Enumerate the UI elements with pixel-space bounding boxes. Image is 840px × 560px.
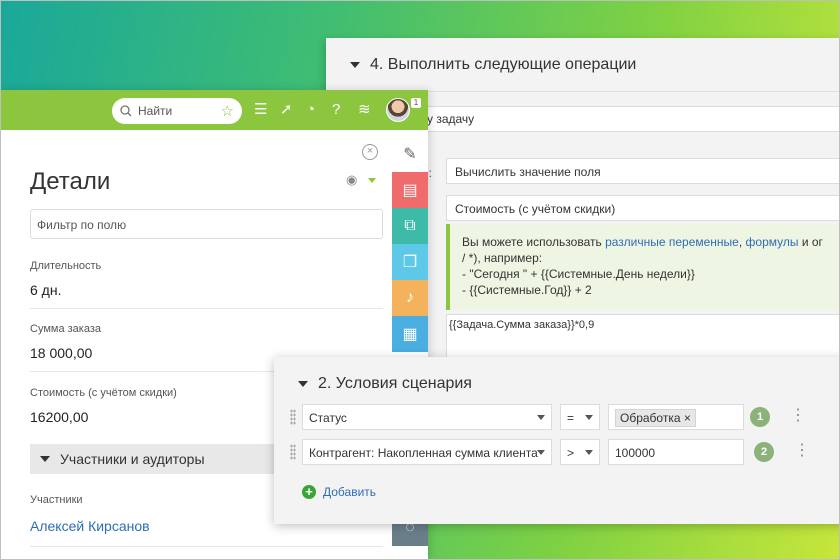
side-rail: ✎ ▤ ⧉ ❐ ♪ ▦: [392, 136, 428, 352]
condition-value-input[interactable]: Обработка ×: [608, 404, 744, 430]
hint-suffix: и ог: [798, 235, 823, 249]
top-bar: Найти ☆ ☰ ➚ ◔ ? ≋ 1: [0, 90, 428, 130]
close-icon[interactable]: ×: [362, 144, 378, 160]
condition-field-select[interactable]: Контрагент: Накопленная сумма клиента: [302, 439, 552, 465]
variables-link[interactable]: различные переменные: [605, 235, 739, 249]
star-icon[interactable]: ☆: [221, 102, 234, 120]
help-icon[interactable]: ?: [332, 102, 340, 118]
bell-icon[interactable]: ♪: [392, 280, 428, 316]
drag-handle-icon[interactable]: [290, 409, 296, 425]
hint-line-3: - "Сегодня " + {{Системные.День недели}}: [462, 267, 695, 281]
value-tag: Обработка ×: [615, 409, 696, 427]
layers-icon[interactable]: ≋: [358, 102, 371, 118]
condition-value-input[interactable]: 100000: [608, 439, 744, 465]
field-value[interactable]: 16200,00: [30, 409, 88, 425]
conditions-panel: 2. Условия сценария Статус = Обработка ×…: [274, 357, 840, 524]
operations-header[interactable]: 4. Выполнить следующие операции: [326, 38, 840, 92]
collapse-caret-icon[interactable]: [298, 381, 308, 387]
field-label: Стоимость (с учётом скидки): [30, 387, 177, 399]
search-icon: [120, 105, 132, 117]
conditions-header[interactable]: 2. Условия сценария: [298, 375, 472, 393]
collapse-caret-icon: [40, 456, 50, 462]
search-box[interactable]: Найти ☆: [112, 98, 242, 124]
chevron-down-icon: [585, 415, 593, 420]
field-label: Длительность: [30, 260, 102, 272]
chevron-down-icon: [585, 450, 593, 455]
menu-icon[interactable]: ☰: [254, 102, 267, 118]
condition-number: 2: [754, 442, 774, 462]
condition-operator-select[interactable]: >: [560, 439, 600, 465]
condition-operator-select[interactable]: =: [560, 404, 600, 430]
chevron-down-icon: [537, 415, 545, 420]
rocket-icon[interactable]: ➚: [280, 102, 293, 118]
tag-remove-icon[interactable]: ×: [684, 411, 691, 425]
participant-link[interactable]: Алексей Кирсанов: [30, 518, 150, 534]
divider: [30, 546, 383, 547]
hint-line-2: / *), например:: [462, 251, 543, 265]
clipboard-icon[interactable]: ▦: [392, 316, 428, 352]
conditions-title: 2. Условия сценария: [318, 375, 472, 392]
eye-icon[interactable]: ◉: [346, 172, 357, 188]
add-condition-button[interactable]: + Добавить: [302, 485, 376, 499]
section-title: Участники и аудиторы: [60, 451, 205, 467]
operations-title: 4. Выполнить следующие операции: [370, 55, 637, 73]
condition-row: Контрагент: Накопленная сумма клиента > …: [288, 439, 828, 465]
hint-text: Вы можете использовать: [462, 235, 606, 249]
field-select[interactable]: Стоимость (с учётом скидки): [446, 195, 840, 221]
divider: [30, 308, 383, 309]
documents-icon[interactable]: ❐: [392, 244, 428, 280]
search-placeholder: Найти: [138, 104, 173, 118]
operator-value: >: [567, 446, 575, 460]
flow-icon[interactable]: ⧉: [392, 208, 428, 244]
more-icon[interactable]: ⋮: [790, 408, 806, 424]
condition-field-value: Статус: [309, 411, 347, 425]
field-value[interactable]: 18 000,00: [30, 345, 92, 361]
hint-line-4: - {{Системные.Год}} + 2: [462, 283, 592, 297]
field-label: Сумма заказа: [30, 323, 101, 335]
formula-hint: Вы можете использовать различные перемен…: [446, 224, 840, 310]
notification-badge: 1: [411, 98, 421, 108]
field-filter-input[interactable]: Фильтр по полю: [30, 209, 383, 239]
process-icon[interactable]: ▤: [392, 172, 428, 208]
operator-value: =: [567, 411, 575, 425]
condition-field-select[interactable]: Статус: [302, 404, 552, 430]
plus-icon: +: [302, 485, 316, 499]
task-select[interactable]: у задачу: [426, 106, 840, 132]
formulas-link[interactable]: формулы: [746, 235, 799, 249]
participants-label: Участники: [30, 494, 83, 506]
chevron-down-icon: [537, 450, 545, 455]
field-value[interactable]: 6 дн.: [30, 282, 61, 298]
details-title: Детали: [30, 168, 111, 195]
action-select[interactable]: Вычислить значение поля: [446, 158, 840, 184]
edit-icon[interactable]: ✎: [392, 136, 428, 172]
chevron-down-icon[interactable]: [368, 178, 376, 183]
condition-field-value: Контрагент: Накопленная сумма клиента: [309, 446, 538, 460]
condition-number: 1: [750, 407, 770, 427]
drag-handle-icon[interactable]: [290, 444, 296, 460]
condition-row: Статус = Обработка × 1 ⋮: [288, 404, 828, 430]
collapse-caret-icon[interactable]: [350, 61, 360, 68]
add-label: Добавить: [323, 485, 377, 499]
avatar[interactable]: [386, 98, 410, 122]
hint-sep: ,: [738, 235, 746, 249]
widget-icon[interactable]: ◔: [306, 102, 315, 118]
more-icon[interactable]: ⋮: [794, 443, 810, 459]
tag-label: Обработка: [620, 411, 681, 425]
